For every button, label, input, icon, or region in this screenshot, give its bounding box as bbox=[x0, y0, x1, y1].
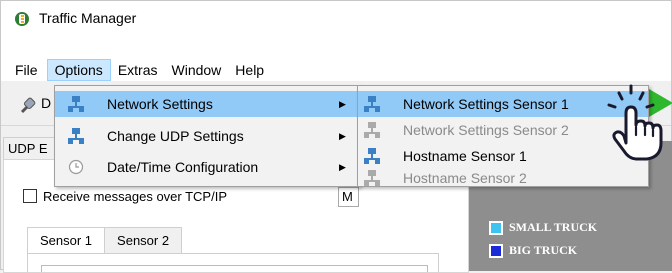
app-window: Traffic Manager File Options Extras Wind… bbox=[0, 0, 672, 273]
tcp-checkbox-row[interactable]: Receive messages over TCP/IP bbox=[23, 187, 227, 205]
submenu-arrow-icon: ▶ bbox=[339, 99, 346, 109]
legend-big-truck: BIG TRUCK bbox=[489, 243, 577, 258]
submenu-item-hostname-sensor-2: Hostname Sensor 2 bbox=[358, 168, 648, 186]
submenu-item-label: Hostname Sensor 2 bbox=[403, 170, 527, 186]
traffic-light-icon bbox=[15, 12, 29, 26]
m-field-fragment[interactable]: M bbox=[338, 187, 359, 207]
menu-window[interactable]: Window bbox=[165, 59, 229, 81]
sensor-tabs: Sensor 1 Sensor 2 bbox=[27, 227, 183, 256]
big-truck-swatch bbox=[489, 243, 503, 258]
menu-item-date-time-configuration-label: Date/Time Configuration bbox=[107, 159, 259, 175]
clock-icon bbox=[68, 159, 84, 175]
menu-extras[interactable]: Extras bbox=[111, 59, 165, 81]
sensor-inner-box bbox=[41, 265, 428, 272]
tcp-checkbox-label: Receive messages over TCP/IP bbox=[43, 188, 227, 204]
legend-big-truck-label: BIG TRUCK bbox=[509, 243, 578, 257]
toolbar-text-fragment: D bbox=[41, 95, 52, 111]
window-title: Traffic Manager bbox=[39, 10, 137, 26]
options-menu: Network Settings ▶ Change UDP Settings ▶… bbox=[54, 85, 360, 187]
legend-small-truck: SMALL TRUCK bbox=[489, 220, 597, 235]
menu-item-network-settings-label: Network Settings bbox=[107, 96, 213, 112]
tcp-checkbox[interactable] bbox=[23, 189, 37, 203]
tab-sensor-1[interactable]: Sensor 1 bbox=[27, 227, 106, 256]
submenu-arrow-icon: ▶ bbox=[339, 162, 346, 172]
submenu-item-label: Network Settings Sensor 1 bbox=[403, 96, 569, 112]
menubar: File Options Extras Window Help bbox=[1, 59, 671, 81]
menubar-spacer bbox=[1, 35, 671, 59]
menu-help[interactable]: Help bbox=[228, 59, 271, 81]
tab-sensor-2[interactable]: Sensor 2 bbox=[104, 227, 183, 255]
menu-file[interactable]: File bbox=[1, 59, 47, 81]
menu-item-network-settings[interactable]: Network Settings ▶ bbox=[55, 91, 359, 117]
submenu-item-label: Hostname Sensor 1 bbox=[403, 148, 527, 164]
submenu-item-label: Network Settings Sensor 2 bbox=[403, 122, 569, 138]
small-truck-swatch bbox=[489, 220, 503, 235]
menu-item-change-udp-settings-label: Change UDP Settings bbox=[107, 128, 244, 144]
menu-item-date-time-configuration[interactable]: Date/Time Configuration ▶ bbox=[55, 154, 359, 180]
hand-cursor-icon bbox=[607, 84, 663, 161]
title-bar: Traffic Manager bbox=[1, 1, 671, 35]
submenu-arrow-icon: ▶ bbox=[339, 131, 346, 141]
legend-small-truck-label: SMALL TRUCK bbox=[509, 220, 598, 234]
menu-item-change-udp-settings[interactable]: Change UDP Settings ▶ bbox=[55, 123, 359, 149]
plug-icon[interactable] bbox=[19, 95, 39, 115]
menu-options[interactable]: Options bbox=[46, 59, 111, 81]
